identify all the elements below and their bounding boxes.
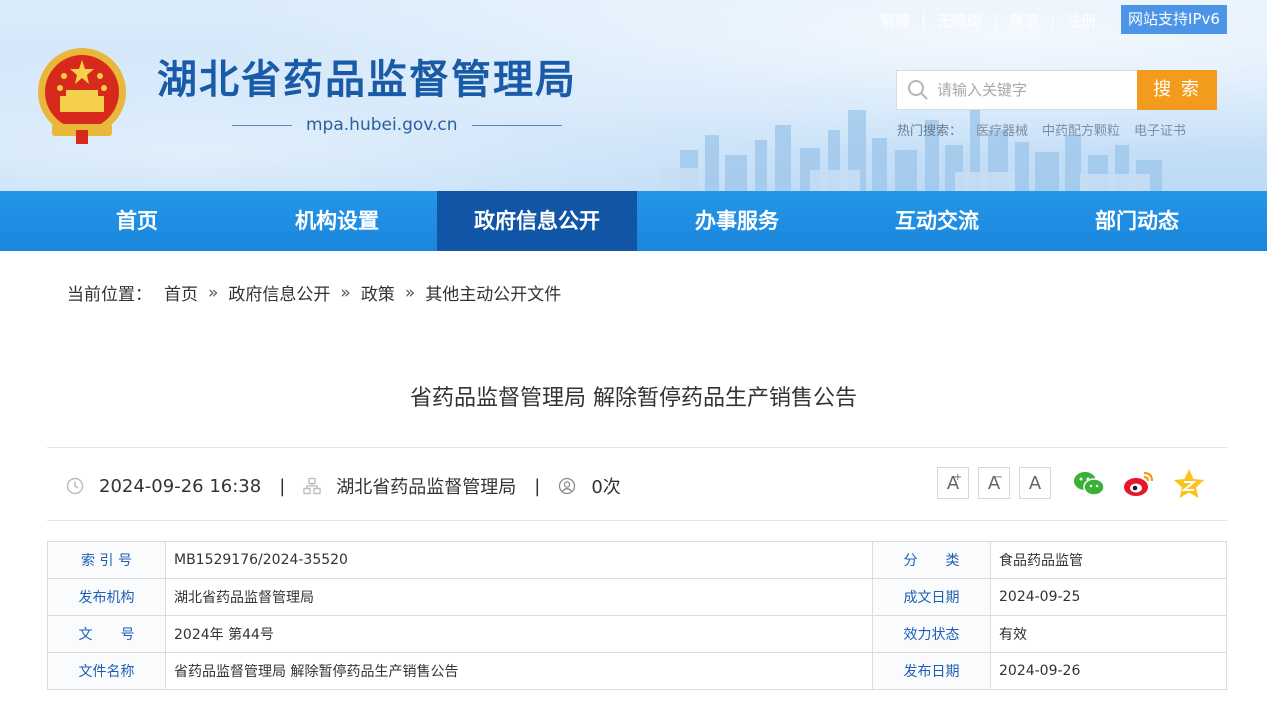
table-row: 发布机构 湖北省药品监督管理局 成文日期 2024-09-25 <box>47 578 1227 616</box>
link-separator: | <box>921 11 927 29</box>
nav-item-news[interactable]: 部门动态 <box>1037 191 1237 251</box>
info-label: 文件名称 <box>47 652 166 690</box>
font-size-controls: A + A − A <box>937 467 1051 499</box>
table-row: 文件名称 省药品监督管理局 解除暂停药品生产销售公告 发布日期 2024-09-… <box>47 652 1227 690</box>
main-nav: 首页 机构设置 政府信息公开 办事服务 互动交流 部门动态 <box>0 191 1267 251</box>
search-button[interactable]: 搜 索 <box>1137 70 1217 110</box>
nav-item-services[interactable]: 办事服务 <box>637 191 837 251</box>
traditional-chinese-link[interactable]: 繁體 <box>880 10 910 31</box>
breadcrumb-item[interactable]: 政策 <box>361 280 395 305</box>
ipv6-badge: 网站支持IPv6 <box>1121 5 1227 34</box>
publish-datetime: 2024-09-26 16:38 <box>99 475 262 497</box>
breadcrumb-item[interactable]: 首页 <box>164 280 198 305</box>
hot-search-keyword[interactable]: 医疗器械 <box>976 120 1028 139</box>
font-decrease-button[interactable]: A − <box>978 467 1010 499</box>
hot-search-keyword[interactable]: 电子证书 <box>1134 120 1186 139</box>
divider-line <box>232 124 292 126</box>
register-link[interactable]: 注册 <box>1066 10 1096 31</box>
site-header: 湖北省药品监督管理局 mpa.hubei.gov.cn 繁體 | 无障碍 | 登… <box>0 0 1267 191</box>
breadcrumb: 当前位置： 首页 » 政府信息公开 » 政策 » 其他主动公开文件 <box>67 280 561 306</box>
nav-item-home[interactable]: 首页 <box>37 191 237 251</box>
link-separator: | <box>1050 11 1056 29</box>
info-label: 发布日期 <box>872 652 991 690</box>
document-info-table: 索 引 号 MB1529176/2024-35520 分 类 食品药品监管 发布… <box>47 541 1227 690</box>
info-value: 湖北省药品监督管理局 <box>165 578 873 616</box>
info-label: 分 类 <box>872 541 991 579</box>
table-row: 文 号 2024年 第44号 效力状态 有效 <box>47 615 1227 653</box>
site-title: 湖北省药品监督管理局 <box>157 57 577 103</box>
nav-item-interaction[interactable]: 互动交流 <box>837 191 1037 251</box>
search-input[interactable] <box>937 81 1127 99</box>
info-value: 2024-09-25 <box>990 578 1227 616</box>
font-increase-button[interactable]: A + <box>937 467 969 499</box>
organization-icon <box>303 477 321 495</box>
divider-line <box>471 124 562 126</box>
hot-search-label: 热门搜索： <box>897 124 963 139</box>
nav-item-organization[interactable]: 机构设置 <box>237 191 437 251</box>
search-icon <box>908 80 928 100</box>
info-value: 省药品监督管理局 解除暂停药品生产销售公告 <box>165 652 873 690</box>
accessibility-link[interactable]: 无障碍 <box>937 10 982 31</box>
breadcrumb-separator: » <box>208 282 219 303</box>
article-title: 省药品监督管理局 解除暂停药品生产销售公告 <box>410 386 857 411</box>
view-count: 0次 <box>591 477 621 498</box>
site-domain: mpa.hubei.gov.cn <box>232 112 632 138</box>
login-link[interactable]: 登录 <box>1009 10 1039 31</box>
qzone-icon[interactable] <box>1172 467 1206 501</box>
info-value: MB1529176/2024-35520 <box>165 541 873 579</box>
info-label: 发布机构 <box>47 578 166 616</box>
breadcrumb-lead: 当前位置： <box>67 285 152 305</box>
wechat-icon[interactable] <box>1072 467 1106 501</box>
info-value: 2024年 第44号 <box>165 615 873 653</box>
info-value: 有效 <box>990 615 1227 653</box>
breadcrumb-item[interactable]: 其他主动公开文件 <box>425 280 561 305</box>
hot-search: 热门搜索： 医疗器械 中药配方颗粒 电子证书 <box>897 120 1186 139</box>
clock-icon <box>66 477 84 495</box>
national-emblem-icon <box>38 48 126 144</box>
info-label: 效力状态 <box>872 615 991 653</box>
article-meta: 2024-09-26 16:38 | 湖北省药品监督管理局 | 0次 <box>66 470 621 502</box>
link-separator: | <box>993 11 999 29</box>
breadcrumb-item[interactable]: 政府信息公开 <box>228 280 330 305</box>
meta-separator: | <box>534 475 541 497</box>
breadcrumb-separator: » <box>340 282 351 303</box>
hot-search-keyword[interactable]: 中药配方颗粒 <box>1042 120 1120 139</box>
search-box <box>896 70 1138 110</box>
table-row: 索 引 号 MB1529176/2024-35520 分 类 食品药品监管 <box>47 541 1227 579</box>
divider <box>47 520 1227 521</box>
share-icons <box>1072 467 1206 501</box>
city-skyline-decoration <box>660 100 1162 191</box>
info-label: 成文日期 <box>872 578 991 616</box>
article-source: 湖北省药品监督管理局 <box>336 477 517 498</box>
info-value: 2024-09-26 <box>990 652 1227 690</box>
font-reset-button[interactable]: A <box>1019 467 1051 499</box>
top-links: 繁體 | 无障碍 | 登录 | 注册 <box>880 8 1096 32</box>
info-label: 文 号 <box>47 615 166 653</box>
weibo-icon[interactable] <box>1122 467 1156 501</box>
site-domain-text: mpa.hubei.gov.cn <box>306 115 458 135</box>
user-icon <box>559 477 576 495</box>
nav-item-gov-info[interactable]: 政府信息公开 <box>437 191 637 251</box>
divider <box>47 447 1227 448</box>
meta-separator: | <box>279 475 286 497</box>
breadcrumb-separator: » <box>404 282 416 303</box>
info-value: 食品药品监管 <box>990 541 1227 579</box>
info-label: 索 引 号 <box>47 541 166 579</box>
